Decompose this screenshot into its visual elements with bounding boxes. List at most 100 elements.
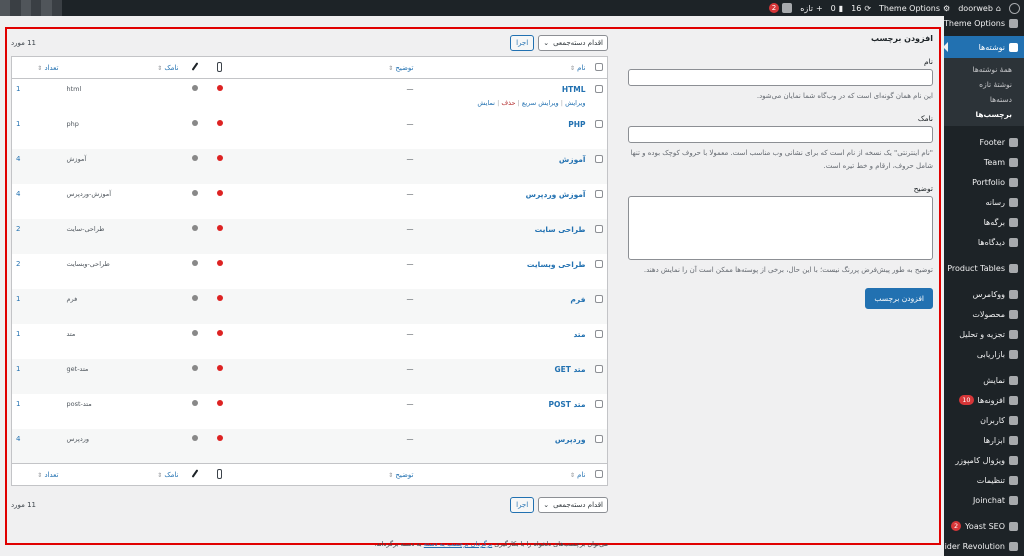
- tag-count-link[interactable]: 4: [16, 155, 20, 163]
- submenu-all-posts[interactable]: همهٔ نوشته‌ها: [944, 62, 1024, 77]
- tag-name-link[interactable]: PHP: [568, 120, 585, 129]
- tag-name-link[interactable]: متد POST: [548, 400, 585, 409]
- sidebar-item-9[interactable]: تجزیه و تحلیل: [944, 324, 1024, 344]
- column-seo-score-footer[interactable]: [206, 463, 233, 486]
- tag-description-textarea[interactable]: [628, 196, 933, 260]
- tag-name-link[interactable]: طراحی وبسایت: [527, 260, 586, 269]
- tag-name-link[interactable]: آموزش وردپرس: [526, 190, 586, 199]
- view-link[interactable]: نمایش: [477, 99, 495, 107]
- column-name-footer[interactable]: نام ⇕: [417, 463, 590, 486]
- apply-button[interactable]: اجرا: [510, 35, 535, 51]
- tag-name-link[interactable]: آموزش: [559, 155, 586, 164]
- tag-count-link[interactable]: 1: [16, 330, 20, 338]
- sidebar-item-11[interactable]: نمایش: [944, 370, 1024, 390]
- column-name[interactable]: نام ⇕: [417, 56, 590, 79]
- row-checkbox[interactable]: [595, 154, 603, 163]
- column-count-footer[interactable]: تعداد ⇕: [11, 463, 63, 486]
- column-slug[interactable]: نامک ⇕: [62, 56, 183, 79]
- comments-link[interactable]: ▮ 0: [831, 4, 844, 13]
- sidebar-item-4[interactable]: برگه‌ها: [944, 212, 1024, 232]
- tag-count-link[interactable]: 1: [16, 365, 20, 373]
- tag-name-link[interactable]: وردپرس: [555, 435, 586, 444]
- theme-options-link[interactable]: ⚙ Theme Options: [879, 4, 950, 13]
- sidebar-item-15[interactable]: ویژوال کامپوزر: [944, 450, 1024, 470]
- sidebar-item-19[interactable]: Slider Revolution: [937, 536, 1024, 556]
- tag-name-input[interactable]: [628, 69, 933, 86]
- sidebar-item-7[interactable]: ووکامرس: [944, 284, 1024, 304]
- edit-link[interactable]: ویرایش: [565, 99, 585, 107]
- sidebar-item-10[interactable]: بازاریابی: [944, 344, 1024, 364]
- tag-count-link[interactable]: 1: [16, 295, 20, 303]
- sidebar-item-6[interactable]: Product Tables: [944, 258, 1024, 278]
- seo-score-dot: [216, 399, 223, 406]
- submenu-tags[interactable]: برچسب‌ها: [944, 107, 1024, 122]
- delete-link[interactable]: حذف: [501, 99, 515, 107]
- column-readability-footer[interactable]: [182, 463, 207, 486]
- tag-count-link[interactable]: 2: [16, 225, 20, 233]
- sidebar-item-8[interactable]: محصولات: [944, 304, 1024, 324]
- sidebar-item-16[interactable]: تنظیمات: [944, 470, 1024, 490]
- row-checkbox[interactable]: [595, 399, 603, 408]
- sidebar-item-theme-options[interactable]: Theme Options: [944, 16, 1024, 30]
- row-checkbox[interactable]: [595, 294, 603, 303]
- site-name-link[interactable]: ⌂ doorweb: [958, 4, 1001, 13]
- tag-name-link[interactable]: HTML: [562, 85, 586, 94]
- bulk-action-select[interactable]: اقدام دسته‌جمعی ⌄: [538, 35, 608, 51]
- select-all-checkbox-bottom[interactable]: [595, 469, 603, 478]
- sidebar-item-5[interactable]: دیدگاه‌ها: [944, 232, 1024, 252]
- sidebar-item-18[interactable]: Yoast SEO 2: [944, 516, 1024, 536]
- row-checkbox[interactable]: [595, 434, 603, 443]
- tag-slug-input[interactable]: [628, 126, 933, 143]
- sidebar-item-0[interactable]: Footer: [944, 132, 1024, 152]
- row-checkbox[interactable]: [595, 364, 603, 373]
- readability-dot: [191, 119, 198, 126]
- table-row: طراحی وبسایت — طراحی-وبسایت 2: [11, 253, 608, 289]
- tag-count-link[interactable]: 1: [16, 120, 20, 128]
- tag-count-link[interactable]: 1: [16, 400, 20, 408]
- tag-count-link[interactable]: 4: [16, 190, 20, 198]
- sidebar-item-13[interactable]: کاربران: [944, 410, 1024, 430]
- yoast-menu[interactable]: 2: [768, 3, 793, 13]
- tag-name-link[interactable]: متد: [573, 330, 585, 339]
- tag-count-link[interactable]: 1: [16, 85, 20, 93]
- row-checkbox[interactable]: [595, 85, 603, 93]
- sidebar-item-3[interactable]: رسانه: [944, 192, 1024, 212]
- add-tag-button[interactable]: افزودن برچسب: [865, 288, 933, 309]
- tag-to-category-converter-link[interactable]: برگردان برچسب به دسته: [424, 540, 492, 548]
- seo-score-icon: [217, 61, 222, 72]
- column-readability[interactable]: [182, 56, 207, 79]
- column-description-footer[interactable]: توضیح ⇕: [232, 463, 418, 486]
- row-checkbox[interactable]: [595, 119, 603, 128]
- row-checkbox[interactable]: [595, 189, 603, 198]
- bulk-action-select-bottom[interactable]: اقدام دسته‌جمعی ⌄: [538, 497, 608, 513]
- submenu-new-post[interactable]: نوشتهٔ تازه: [944, 77, 1024, 92]
- column-description[interactable]: توضیح ⇕: [232, 56, 418, 79]
- tag-name-link[interactable]: فرم: [570, 295, 585, 304]
- tag-name-link[interactable]: طراحی سایت: [535, 225, 586, 234]
- tag-name-link[interactable]: متد GET: [554, 365, 585, 374]
- sidebar-item-1[interactable]: Team: [944, 152, 1024, 172]
- wp-logo-menu[interactable]: [1009, 2, 1020, 14]
- row-checkbox[interactable]: [595, 329, 603, 338]
- tag-count-link[interactable]: 2: [16, 260, 20, 268]
- column-count[interactable]: تعداد ⇕: [11, 56, 63, 79]
- sidebar-item-2[interactable]: Portfolio: [944, 172, 1024, 192]
- sidebar-item-14[interactable]: ابزارها: [944, 430, 1024, 450]
- submenu-categories[interactable]: دسته‌ها: [944, 92, 1024, 107]
- sidebar-item-12[interactable]: افزونه‌ها 10: [944, 390, 1024, 410]
- select-all-checkbox[interactable]: [595, 62, 603, 71]
- tag-slug: فرم: [66, 294, 78, 303]
- row-checkbox[interactable]: [595, 224, 603, 233]
- new-content-link[interactable]: + تازه: [800, 4, 822, 13]
- apply-button-bottom[interactable]: اجرا: [510, 497, 535, 513]
- row-checkbox[interactable]: [595, 259, 603, 268]
- sidebar-item-17[interactable]: Joinchat: [944, 490, 1024, 510]
- column-seo-score[interactable]: [206, 56, 233, 79]
- sidebar-item-posts[interactable]: نوشته‌ها: [943, 36, 1024, 58]
- column-slug-footer[interactable]: نامک ⇕: [62, 463, 183, 486]
- quick-edit-link[interactable]: ویرایش سریع: [522, 99, 559, 107]
- tag-count-link[interactable]: 4: [16, 435, 20, 443]
- analytics-icon: [1009, 329, 1018, 339]
- updates-link[interactable]: ⟳ 16: [851, 4, 871, 13]
- sort-icon: ⇕: [157, 471, 163, 479]
